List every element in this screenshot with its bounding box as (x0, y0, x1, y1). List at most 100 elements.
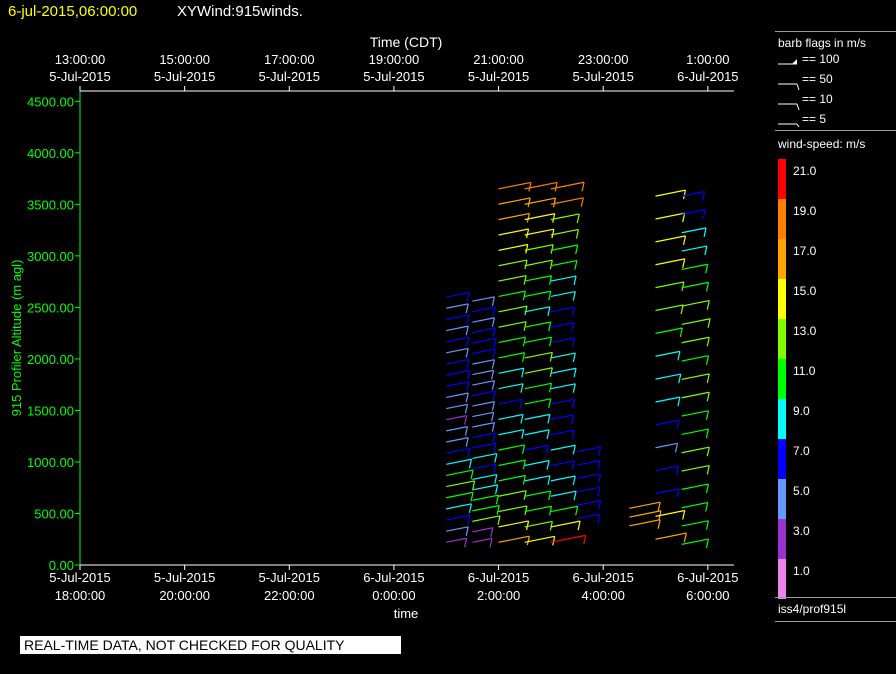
wind-barb (655, 235, 686, 243)
wind-barb-flag (597, 487, 601, 497)
wind-barb-flag (549, 260, 553, 270)
legend-divider (775, 31, 896, 32)
wind-barb (524, 306, 551, 313)
station-label: iss4/prof915l (778, 602, 847, 616)
wind-barb (681, 263, 708, 271)
wind-barb-flag (525, 520, 530, 531)
wind-barb (498, 352, 525, 359)
wind-barb-flag (526, 213, 530, 223)
wind-barb-flag (491, 359, 495, 369)
wind-barb (655, 327, 683, 334)
wind-barb-flag (525, 228, 530, 239)
wind-barb-flag (524, 259, 528, 270)
wind-barb (472, 296, 495, 302)
wind-barb-flag (492, 327, 496, 338)
wind-barb (550, 367, 577, 374)
wind-barb-flag (520, 414, 524, 424)
barb-tick-icon (796, 83, 800, 91)
wind-barb-flag (573, 368, 577, 378)
wind-barb-flag (492, 432, 496, 443)
wind-barb (524, 244, 554, 251)
y-axis-label: 915 Profiler Altitude (m agl) (9, 260, 24, 417)
wind-barb (655, 373, 681, 380)
wind-barb-flag (527, 197, 531, 208)
wind-barb-flag (702, 209, 706, 219)
wind-barb-flag (677, 351, 681, 361)
wind-barb-flag (521, 429, 525, 439)
wind-barb (446, 403, 468, 410)
wind-barb (446, 537, 467, 543)
wind-barb-flag (466, 336, 470, 347)
y-tick-label: 4500.00 (27, 94, 74, 109)
wind-barb (550, 534, 586, 543)
legend-divider (775, 130, 896, 131)
wind-barb-flag (492, 348, 496, 359)
barb-legend-item: == 100 (802, 52, 840, 66)
wind-barb-flag (548, 490, 552, 501)
wind-barb-flag (571, 429, 576, 440)
wind-barb-flag (548, 398, 552, 408)
wind-barb (681, 391, 710, 399)
wind-barb-flag (598, 446, 602, 457)
barb-tick-icon (796, 123, 800, 128)
wind-barb (446, 437, 469, 443)
wind-barb (550, 228, 579, 236)
y-tick-label: 1000.00 (27, 455, 74, 470)
wind-barb (498, 398, 523, 405)
wind-barb-flag (552, 536, 556, 546)
wind-barb (472, 432, 496, 439)
wind-barb (681, 245, 707, 252)
wind-barb-flag (493, 443, 497, 453)
wind-barb (498, 429, 524, 436)
quality-notice: REAL-TIME DATA, NOT CHECKED FOR QUALITY (20, 636, 401, 654)
wind-barb-flag (574, 260, 578, 270)
speed-color-swatch (778, 319, 786, 359)
wind-barbs (446, 181, 711, 549)
wind-barb-flag (581, 182, 585, 192)
wind-barb-flag (705, 282, 710, 292)
top-tick-date: 5-Jul-2015 (154, 69, 215, 84)
top-tick-time: 13:00:00 (55, 52, 106, 67)
wind-barb (681, 464, 710, 472)
wind-barb (498, 212, 530, 221)
wind-barb (472, 515, 501, 522)
wind-barb-flag (706, 300, 710, 310)
wind-barb-flag (492, 307, 496, 317)
wind-barb (629, 501, 661, 509)
y-tick-label: 500.00 (34, 506, 74, 521)
wind-barb (472, 380, 495, 386)
wind-barb-flag (706, 447, 710, 457)
wind-barb (498, 228, 529, 236)
bottom-tick-date: 6-Jul-2015 (677, 570, 738, 585)
wind-barb-flag (706, 465, 710, 475)
wind-barb (472, 390, 496, 397)
y-tick-label: 3500.00 (27, 197, 74, 212)
wind-barb (524, 275, 552, 282)
wind-barb-flag (545, 445, 549, 455)
bottom-tick-time: 2:00:00 (477, 588, 520, 603)
wind-barb (655, 304, 684, 312)
wind-barb-flag (682, 189, 687, 200)
speed-color-swatch (778, 479, 786, 519)
wind-barb-flag (575, 229, 580, 239)
speed-legend-label: 5.0 (793, 484, 810, 498)
speed-legend-title: wind-speed: m/s (778, 137, 866, 151)
wind-barb (681, 355, 709, 362)
wind-barb-flag (571, 306, 576, 317)
bottom-tick-date: 5-Jul-2015 (259, 570, 320, 585)
wind-barb-flag (465, 526, 469, 536)
wind-barb (524, 181, 558, 190)
header-date-time: 6-jul-2015,06:00:00 (8, 3, 138, 20)
wind-barb-flag (573, 275, 577, 286)
wind-barb (446, 358, 470, 365)
wind-barb-flag (572, 475, 576, 486)
wind-barb-flag (547, 414, 551, 424)
wind-barb-flag (674, 443, 679, 453)
wind-barb-flag (597, 460, 601, 470)
wind-barb-flag (705, 428, 710, 439)
wind-barb (550, 414, 574, 420)
wind-profile-chart: Time (CDT) 13:00:00 5-Jul-2015 15:00:00 5-Ju… (9, 34, 800, 621)
wind-barb-flag (681, 281, 685, 292)
wind-barb-flag (657, 502, 661, 512)
wind-barb-flag (465, 392, 469, 403)
